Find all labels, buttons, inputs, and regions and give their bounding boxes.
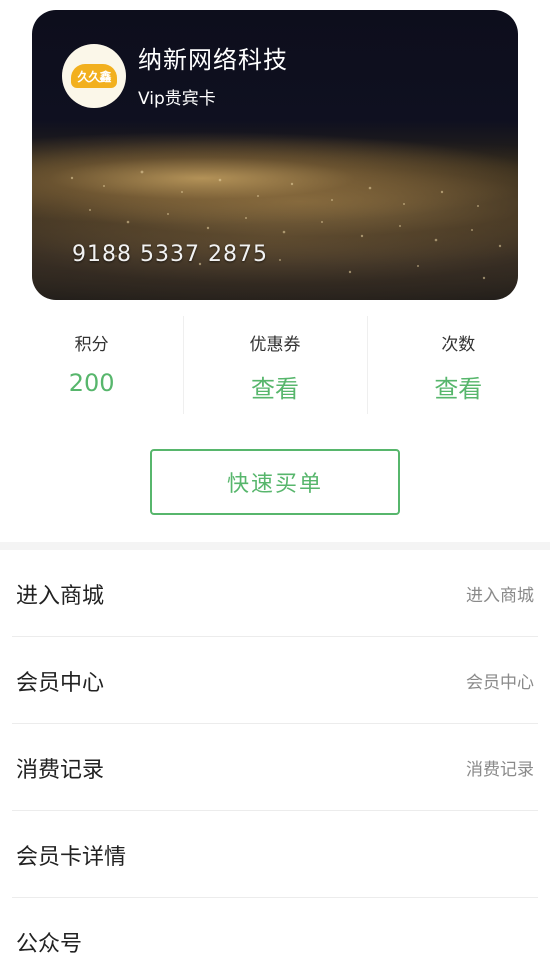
quick-pay-button[interactable]: 快速买单 [150,449,400,515]
stat-label: 次数 [441,335,476,355]
stat-label: 优惠券 [249,335,301,355]
menu-item-label: 会员卡详情 [16,844,127,870]
menu-item-card-details[interactable]: 会员卡详情 [0,811,550,898]
store-logo: 久久鑫 [62,44,126,108]
menu-item-label: 会员中心 [16,670,105,696]
stat-times[interactable]: 次数 查看 [366,310,550,420]
section-divider [0,542,550,550]
menu-item-mall[interactable]: 进入商城 进入商城 [0,550,550,637]
stat-coupons[interactable]: 优惠券 查看 [183,310,366,420]
vip-card[interactable]: 久久鑫 纳新网络科技 Vip贵宾卡 9188 5337 2875 [32,10,518,300]
menu-item-consumption-records[interactable]: 消费记录 消费记录 [0,724,550,811]
card-type: Vip贵宾卡 [138,89,216,109]
menu-item-label: 公众号 [16,931,83,957]
member-stats: 积分 200 优惠券 查看 次数 查看 [0,310,550,420]
card-number: 9188 5337 2875 [72,242,268,267]
menu-item-label: 消费记录 [16,757,105,783]
menu-item-member-center[interactable]: 会员中心 会员中心 [0,637,550,724]
stat-label: 积分 [74,335,109,355]
menu-item-label: 进入商城 [16,583,105,609]
stat-value[interactable]: 查看 [367,369,550,404]
member-menu: 进入商城 进入商城 会员中心 会员中心 消费记录 消费记录 会员卡详情 公众号 [0,550,550,968]
logo-mark: 久久鑫 [71,64,117,88]
stat-value[interactable]: 查看 [183,369,366,404]
menu-item-hint: 进入商城 [466,586,534,606]
store-name: 纳新网络科技 [138,46,288,74]
stat-value: 200 [68,369,115,397]
menu-item-official-account[interactable]: 公众号 [0,898,550,968]
member-card-page: 久久鑫 纳新网络科技 Vip贵宾卡 9188 5337 2875 积分 200 … [0,0,550,968]
menu-item-hint: 会员中心 [466,673,534,693]
stat-points[interactable]: 积分 200 [0,310,183,420]
menu-item-hint: 消费记录 [466,760,534,780]
